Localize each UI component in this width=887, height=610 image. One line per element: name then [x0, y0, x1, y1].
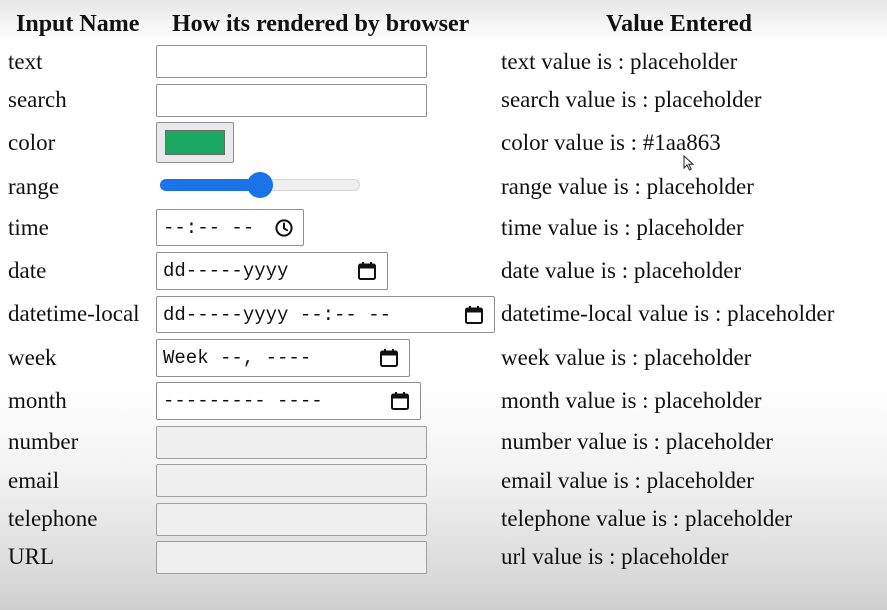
url-input[interactable] [156, 541, 427, 574]
value-telephone: telephone value is : placeholder [501, 506, 793, 531]
value-week: week value is : placeholder [501, 345, 752, 370]
date-input-text: dd-----yyyy [163, 260, 289, 282]
value-datetime-local: datetime-local value is : placeholder [501, 301, 835, 326]
value-number: number value is : placeholder [501, 429, 774, 454]
telephone-input[interactable] [156, 503, 427, 536]
week-input[interactable]: Week --, ---- [156, 339, 410, 377]
label-search: search [8, 87, 67, 112]
label-time: time [8, 215, 49, 240]
color-picker[interactable] [156, 122, 234, 163]
range-fill [160, 179, 260, 191]
label-week: week [8, 345, 57, 370]
label-number: number [8, 429, 79, 454]
clock-icon[interactable] [273, 217, 295, 239]
label-email: email [8, 468, 60, 493]
label-color: color [8, 130, 56, 155]
header-value-entered: Value Entered [606, 11, 753, 37]
label-month: month [8, 388, 67, 413]
date-input[interactable]: dd-----yyyy [156, 252, 388, 290]
mouse-pointer-icon [683, 154, 695, 176]
search-input[interactable] [156, 84, 427, 117]
label-url: URL [8, 544, 54, 569]
label-range: range [8, 174, 60, 199]
value-month: month value is : placeholder [501, 388, 762, 413]
month-input[interactable]: --------- ---- [156, 382, 421, 420]
header-input-name: Input Name [16, 11, 140, 37]
email-field[interactable] [156, 464, 427, 497]
range-slider[interactable] [160, 172, 360, 198]
value-time: time value is : placeholder [501, 215, 744, 240]
time-input[interactable]: --:-- -- [156, 209, 304, 246]
week-input-text: Week --, ---- [163, 347, 312, 369]
color-swatch [165, 130, 225, 155]
datetime-local-input[interactable]: dd-----yyyy --:-- -- [156, 296, 495, 333]
value-url: url value is : placeholder [501, 544, 729, 569]
label-telephone: telephone [8, 506, 98, 531]
value-text: text value is : placeholder [501, 49, 738, 74]
value-search: search value is : placeholder [501, 87, 762, 112]
text-input[interactable] [156, 45, 427, 78]
calendar-icon[interactable] [378, 347, 400, 369]
calendar-icon[interactable] [356, 260, 378, 282]
datetime-local-input-text: dd-----yyyy --:-- -- [163, 303, 392, 326]
range-thumb[interactable] [247, 172, 273, 198]
value-email: email value is : placeholder [501, 468, 754, 493]
calendar-icon[interactable] [389, 390, 411, 412]
calendar-icon[interactable] [463, 304, 485, 326]
label-date: date [8, 258, 47, 283]
value-date: date value is : placeholder [501, 258, 742, 283]
label-text: text [8, 49, 43, 74]
label-datetime-local: datetime-local [8, 301, 140, 326]
value-color: color value is : #1aa863 [501, 130, 721, 155]
month-input-text: --------- ---- [163, 390, 323, 412]
value-range: range value is : placeholder [501, 174, 754, 199]
number-input[interactable] [156, 426, 427, 459]
header-rendered: How its rendered by browser [172, 11, 470, 37]
